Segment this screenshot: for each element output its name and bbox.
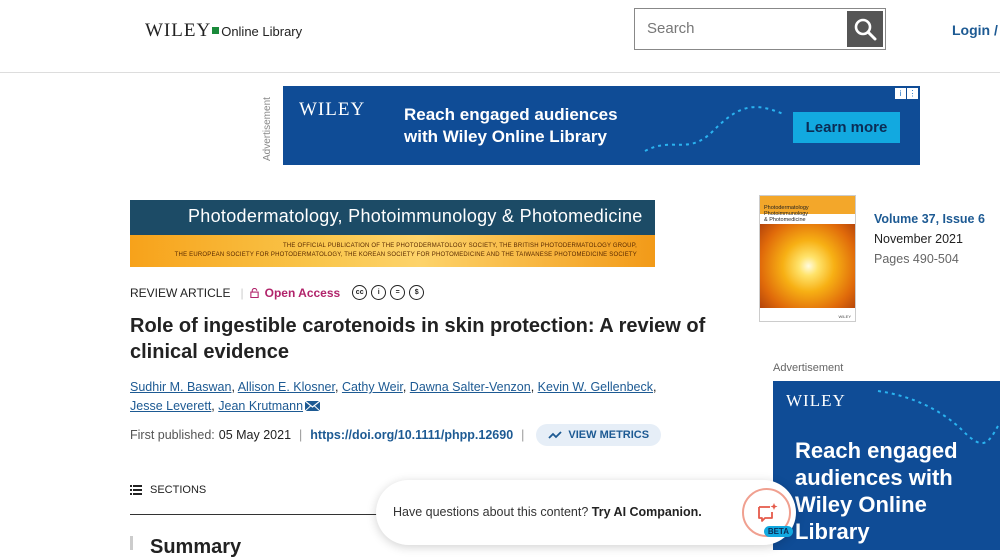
journal-banner-bottom: THE OFFICIAL PUBLICATION OF THE PHOTODER… <box>130 235 655 267</box>
attribution-icon[interactable]: i <box>371 285 387 300</box>
author-link[interactable]: Dawna Salter-Venzon <box>410 380 531 394</box>
search-box[interactable]: Search <box>634 8 886 50</box>
journal-cover[interactable]: Photodermatology Photoimmunology & Photo… <box>759 195 856 322</box>
side-ad-headline-3: Wiley Online <box>795 492 927 517</box>
article-meta-row: REVIEW ARTICLE | Open Access cc i = $ <box>130 285 425 300</box>
ad-dotted-swoosh <box>644 106 784 152</box>
ad-headline-1: Reach engaged audiences <box>404 105 618 124</box>
cc-icon[interactable]: cc <box>352 285 368 300</box>
summary-accent <box>130 536 133 550</box>
publication-info: First published: 05 May 2021 | https://d… <box>130 424 662 446</box>
wiley-online-library-logo[interactable]: WILEY Online Library <box>145 20 302 42</box>
author-link[interactable]: Allison E. Klosner <box>238 380 335 394</box>
summary-heading: Summary <box>150 536 242 558</box>
search-icon <box>854 18 877 41</box>
trend-icon <box>548 431 563 439</box>
article-type: REVIEW ARTICLE <box>130 285 231 300</box>
article-title: Role of ingestible carotenoids in skin p… <box>130 315 706 363</box>
first-published-label: First published: <box>130 428 215 442</box>
search-input[interactable]: Search <box>647 20 695 37</box>
sections-toggle[interactable]: SECTIONS <box>130 484 206 496</box>
separator: | <box>299 428 303 442</box>
site-header: WILEY Online Library Search Login / R <box>0 0 1000 73</box>
ai-cta[interactable]: Try AI Companion. <box>592 505 702 519</box>
view-metrics-label: VIEW METRICS <box>568 429 650 441</box>
journal-banner-subtitle-1: THE OFFICIAL PUBLICATION OF THE PHOTODER… <box>283 243 637 249</box>
issue-info: Volume 37, Issue 6 November 2021 Pages 4… <box>874 209 985 269</box>
top-advertisement-banner[interactable]: WILEY Reach engaged audiences with Wiley… <box>283 86 920 165</box>
side-ad-headline-4: Library <box>795 519 870 544</box>
open-lock-icon <box>249 287 259 298</box>
advertisement-label: Advertisement <box>262 97 273 161</box>
cover-title-line: & Photomedicine <box>764 217 806 223</box>
logo-wordmark: WILEY <box>145 20 212 41</box>
side-advertisement-banner[interactable]: WILEY Reach engaged audiences with Wiley… <box>773 381 1000 550</box>
view-metrics-button[interactable]: VIEW METRICS <box>536 424 662 446</box>
ad-headline-2: with Wiley Online Library <box>404 127 607 146</box>
journal-banner-subtitle-2: THE EUROPEAN SOCIETY FOR PHOTODERMATOLOG… <box>174 252 637 258</box>
email-icon[interactable] <box>305 401 321 411</box>
cover-sun-image <box>760 224 855 308</box>
logo-dot <box>212 27 220 34</box>
author-link[interactable]: Jesse Leverett <box>130 399 211 413</box>
ai-question: Have questions about this content? <box>393 505 589 519</box>
volume-issue-link[interactable]: Volume 37, Issue 6 <box>874 209 985 229</box>
non-commercial-icon[interactable]: $ <box>409 285 425 300</box>
first-published-date: 05 May 2021 <box>218 428 292 442</box>
cover-publisher: WILEY <box>838 314 851 319</box>
open-access-label[interactable]: Open Access <box>265 286 341 300</box>
doi-link[interactable]: https://doi.org/10.1111/phpp.12690 <box>310 428 513 442</box>
journal-banner-top: Photodermatology, Photoimmunology & Phot… <box>130 200 655 235</box>
learn-more-button[interactable]: Learn more <box>793 112 900 143</box>
cover-title: Photodermatology Photoimmunology & Photo… <box>764 205 809 223</box>
sections-label: SECTIONS <box>150 484 207 496</box>
ad-brand: WILEY <box>299 99 366 120</box>
author-link[interactable]: Sudhir M. Baswan <box>130 380 231 394</box>
page-range: Pages 490-504 <box>874 252 959 266</box>
author-link[interactable]: Jean Krutmann <box>218 399 303 413</box>
author-link[interactable]: Kevin W. Gellenbeck <box>538 380 653 394</box>
login-link[interactable]: Login / R <box>952 22 1000 38</box>
journal-banner[interactable]: Photodermatology, Photoimmunology & Phot… <box>130 200 655 267</box>
search-button[interactable] <box>847 11 883 47</box>
meta-separator: | <box>240 285 244 300</box>
author-list: Sudhir M. Baswan, Allison E. Klosner, Ca… <box>130 380 657 413</box>
journal-banner-title: Photodermatology, Photoimmunology & Phot… <box>188 206 643 226</box>
ai-companion-button[interactable]: BETA <box>742 488 793 537</box>
list-icon <box>130 485 142 495</box>
side-ad-headline-2: audiences with <box>795 465 953 490</box>
license-icons[interactable]: cc i = $ <box>352 285 425 300</box>
separator: | <box>521 428 525 442</box>
side-ad-headline-1: Reach engaged <box>795 438 958 463</box>
issue-date: November 2021 <box>874 232 963 246</box>
logo-subtitle: Online Library <box>221 24 303 39</box>
side-ad-dotted-swoosh <box>877 390 999 444</box>
close-icon[interactable]: ⋮ <box>907 88 918 99</box>
ai-companion-text: Have questions about this content? Try A… <box>393 505 702 519</box>
beta-badge: BETA <box>763 526 793 537</box>
info-icon[interactable]: i <box>895 88 906 99</box>
ad-choices[interactable]: i ⋮ <box>895 88 918 99</box>
side-ad-brand: WILEY <box>786 391 846 410</box>
side-advertisement-label: Advertisement <box>773 362 844 374</box>
author-link[interactable]: Cathy Weir <box>342 380 403 394</box>
no-derivatives-icon[interactable]: = <box>390 285 406 300</box>
ai-sparkle-chat-icon <box>757 502 777 522</box>
ai-companion-prompt[interactable]: Have questions about this content? Try A… <box>376 480 796 545</box>
